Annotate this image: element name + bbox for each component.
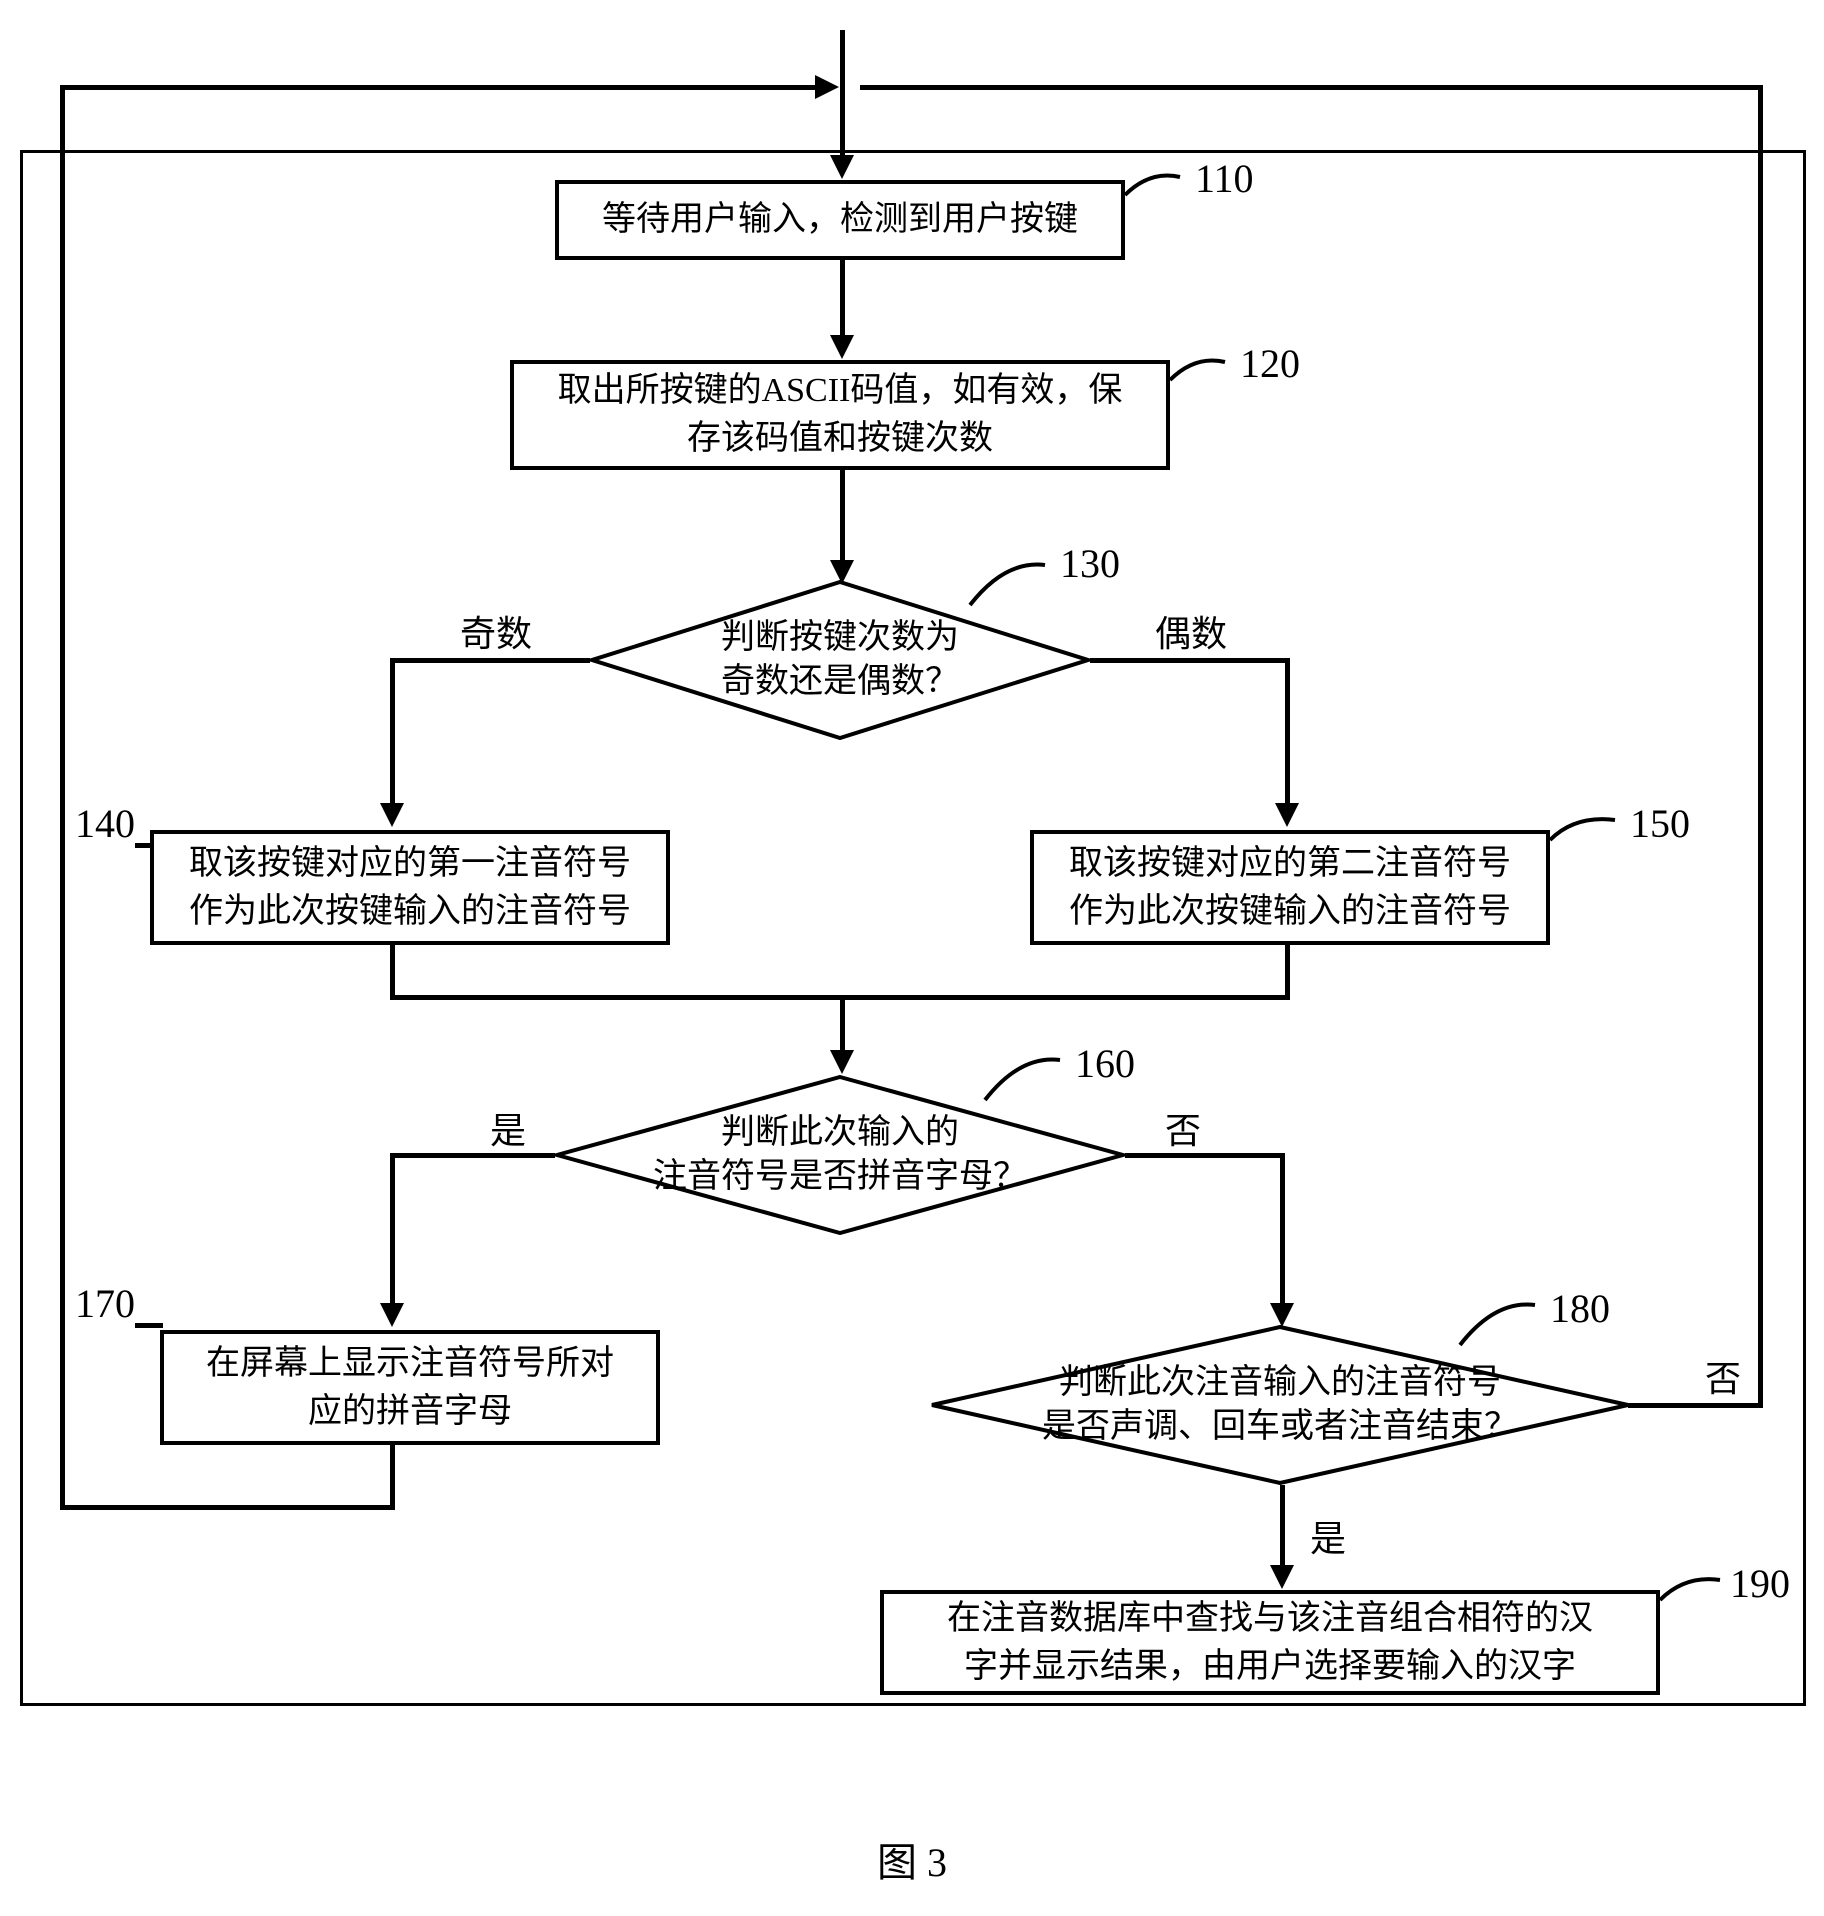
flowchart-canvas: 等待用户输入，检测到用户按键 110 取出所按键的ASCII码值，如有效，保 存… xyxy=(0,0,1824,1916)
arrow-110-120-head xyxy=(830,335,854,359)
ref-150: 150 xyxy=(1630,800,1690,847)
ref-130: 130 xyxy=(1060,540,1120,587)
ref-170: 170 xyxy=(75,1280,135,1327)
ref-110: 110 xyxy=(1195,155,1254,202)
line-180-down xyxy=(1280,1485,1285,1570)
arrow-merge-head xyxy=(830,1050,854,1074)
line-loop-left-v xyxy=(60,85,65,1510)
box-120: 取出所按键的ASCII码值，如有效，保 存该码值和按键次数 xyxy=(510,360,1170,470)
box-150-text: 取该按键对应的第二注音符号 作为此次按键输入的注音符号 xyxy=(1069,840,1511,935)
box-120-text: 取出所按键的ASCII码值，如有效，保 存该码值和按键次数 xyxy=(558,367,1123,462)
line-170-left-h xyxy=(60,1505,395,1510)
arrow-130-right-head xyxy=(1275,803,1299,827)
ref-160: 160 xyxy=(1075,1040,1135,1087)
entry-arrowhead xyxy=(830,155,854,179)
entry-line xyxy=(840,30,845,160)
label-no-160: 否 xyxy=(1165,1102,1201,1154)
box-140-text: 取该按键对应的第一注音符号 作为此次按键输入的注音符号 xyxy=(189,840,631,935)
box-140: 取该按键对应的第一注音符号 作为此次按键输入的注音符号 xyxy=(150,830,670,945)
ref-190: 190 xyxy=(1730,1560,1790,1607)
line-180-right-h xyxy=(1628,1403,1763,1408)
ref-180: 180 xyxy=(1550,1285,1610,1332)
line-150-down xyxy=(1285,945,1290,995)
ref-140: 140 xyxy=(75,800,135,847)
diamond-160-text: 判断此次输入的 注音符号是否拼音字母？ xyxy=(653,1111,1027,1199)
line-180-loop-v xyxy=(1758,85,1763,1408)
box-110-text: 等待用户输入，检测到用户按键 xyxy=(602,196,1078,244)
line-loop-top-h xyxy=(60,85,820,90)
label-no-180: 否 xyxy=(1705,1350,1741,1402)
diamond-130-text: 判断按键次数为 奇数还是偶数？ xyxy=(721,616,959,704)
label-odd: 奇数 xyxy=(460,605,532,657)
line-130-right-h xyxy=(1090,658,1290,663)
line-130-left-h xyxy=(390,658,590,663)
line-180-loop-top xyxy=(860,85,1763,90)
box-170: 在屏幕上显示注音符号所对 应的拼音字母 xyxy=(160,1330,660,1445)
label-yes-160: 是 xyxy=(490,1102,526,1154)
ref-120: 120 xyxy=(1240,340,1300,387)
arrow-160-left-head xyxy=(380,1303,404,1327)
arrow-loop-head xyxy=(815,75,839,99)
line-merge-down xyxy=(840,995,845,1055)
arrow-180-down-head xyxy=(1270,1565,1294,1589)
arrow-110-120 xyxy=(840,260,845,340)
line-130-left-v xyxy=(390,658,395,808)
box-190-text: 在注音数据库中查找与该注音组合相符的汉 字并显示结果，由用户选择要输入的汉字 xyxy=(947,1595,1593,1690)
ref-170-tick xyxy=(135,1323,163,1328)
ref-140-tick xyxy=(135,843,153,848)
line-170-down xyxy=(390,1445,395,1505)
arrow-120-130 xyxy=(840,470,845,565)
line-160-left-v xyxy=(390,1153,395,1308)
line-130-right-v xyxy=(1285,658,1290,808)
label-even: 偶数 xyxy=(1155,605,1227,657)
line-160-right-v xyxy=(1280,1153,1285,1308)
arrow-160-right-head xyxy=(1270,1303,1294,1327)
box-150: 取该按键对应的第二注音符号 作为此次按键输入的注音符号 xyxy=(1030,830,1550,945)
label-yes-180: 是 xyxy=(1310,1510,1346,1562)
box-190: 在注音数据库中查找与该注音组合相符的汉 字并显示结果，由用户选择要输入的汉字 xyxy=(880,1590,1660,1695)
line-140-down xyxy=(390,945,395,995)
diamond-180-text: 判断此次注音输入的注音符号 是否声调、回车或者注音结束？ xyxy=(1042,1361,1518,1449)
figure-caption: 图 3 xyxy=(0,1830,1824,1888)
arrow-130-left-head xyxy=(380,803,404,827)
box-110: 等待用户输入，检测到用户按键 xyxy=(555,180,1125,260)
box-170-text: 在屏幕上显示注音符号所对 应的拼音字母 xyxy=(206,1340,614,1435)
line-160-left-h xyxy=(390,1153,555,1158)
line-160-right-h xyxy=(1125,1153,1285,1158)
